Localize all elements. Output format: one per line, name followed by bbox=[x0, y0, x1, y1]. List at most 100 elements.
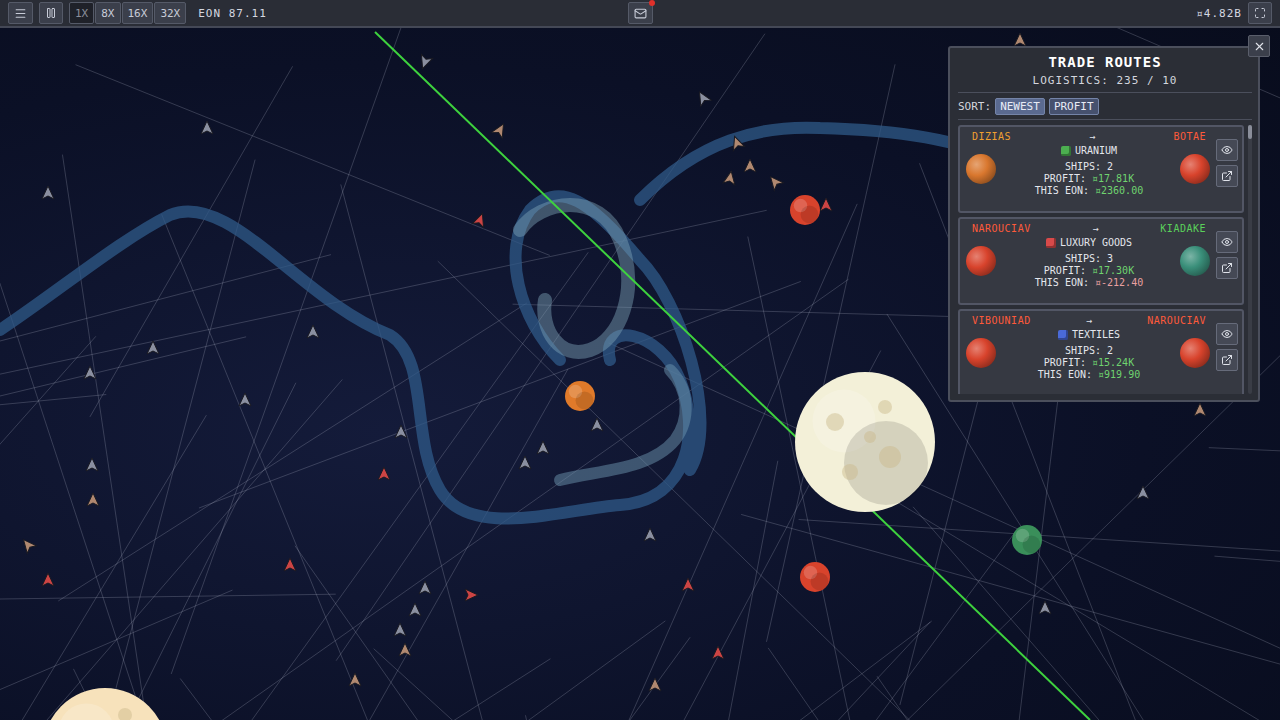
ship[interactable] bbox=[519, 456, 531, 469]
speed-button[interactable]: 8X bbox=[95, 2, 120, 24]
ship[interactable] bbox=[712, 646, 724, 659]
from-planet-name: DIZIAS bbox=[972, 131, 1011, 142]
route-main: VIBOUNIAD→NAROUCIAVTEXTILESSHIPS: 2PROFI… bbox=[966, 315, 1212, 391]
this-eon: THIS EON: ¤919.90 bbox=[1038, 369, 1140, 380]
nebula bbox=[0, 128, 1000, 519]
eye-icon bbox=[1221, 236, 1233, 248]
planet[interactable] bbox=[1012, 525, 1042, 555]
route-body: TEXTILES SHIPS: 2PROFIT: ¤15.24KTHIS EON:… bbox=[966, 326, 1212, 380]
ship[interactable] bbox=[349, 673, 361, 686]
route-names: DIZIAS→BOTAE bbox=[966, 131, 1212, 142]
open-button[interactable] bbox=[1216, 165, 1238, 187]
close-button[interactable] bbox=[1248, 35, 1270, 57]
ship[interactable] bbox=[694, 89, 711, 106]
commodity-name: TEXTILES bbox=[1072, 329, 1120, 340]
planet[interactable] bbox=[565, 381, 595, 411]
view-button[interactable] bbox=[1216, 139, 1238, 161]
ship[interactable] bbox=[419, 581, 431, 594]
trade-routes-panel: TRADE ROUTESLOGISTICS: 235 / 10SORT:NEWE… bbox=[948, 46, 1260, 402]
ship[interactable] bbox=[394, 623, 406, 636]
ship[interactable] bbox=[399, 643, 411, 656]
ship[interactable] bbox=[1194, 403, 1206, 416]
ship[interactable] bbox=[284, 558, 296, 571]
planet-icon bbox=[1180, 338, 1210, 368]
pause-button[interactable] bbox=[39, 2, 63, 24]
ship[interactable] bbox=[472, 211, 488, 227]
route-list: DIZIAS→BOTAEURANIUMSHIPS: 2PROFIT: ¤17.8… bbox=[958, 125, 1244, 394]
ship[interactable] bbox=[766, 173, 784, 191]
mail-icon bbox=[634, 7, 647, 20]
ship[interactable] bbox=[537, 441, 549, 454]
ship[interactable] bbox=[492, 121, 509, 138]
sort-button[interactable]: PROFIT bbox=[1049, 98, 1099, 115]
ship[interactable] bbox=[239, 393, 251, 406]
scrollbar[interactable] bbox=[1248, 125, 1252, 394]
ship[interactable] bbox=[147, 341, 159, 354]
mail-button[interactable] bbox=[628, 2, 653, 24]
ship[interactable] bbox=[378, 467, 390, 480]
planet[interactable] bbox=[790, 195, 820, 225]
this-eon: THIS EON: ¤2360.00 bbox=[1035, 185, 1143, 196]
ship[interactable] bbox=[649, 678, 661, 691]
ship[interactable] bbox=[42, 186, 54, 199]
ship[interactable] bbox=[201, 121, 213, 134]
eye-icon bbox=[1221, 328, 1233, 340]
profit: PROFIT: ¤17.30K bbox=[1044, 265, 1134, 276]
ship[interactable] bbox=[465, 589, 478, 601]
trade-route-card: NAROUCIAV→KIADAKELUXURY GOODSSHIPS: 3PRO… bbox=[958, 217, 1244, 305]
ship[interactable] bbox=[417, 54, 433, 70]
route-info: TEXTILES SHIPS: 2PROFIT: ¤15.24KTHIS EON:… bbox=[1000, 326, 1178, 380]
ship[interactable] bbox=[1014, 33, 1026, 46]
ship[interactable] bbox=[723, 170, 737, 185]
ship[interactable] bbox=[644, 528, 656, 541]
trade-route-card: VIBOUNIAD→NAROUCIAVTEXTILESSHIPS: 2PROFI… bbox=[958, 309, 1244, 394]
ship[interactable] bbox=[820, 198, 832, 211]
to-planet-name: KIADAKE bbox=[1160, 223, 1206, 234]
planet[interactable] bbox=[800, 562, 830, 592]
speed-button[interactable]: 1X bbox=[69, 2, 94, 24]
ship[interactable] bbox=[84, 366, 96, 379]
ship[interactable] bbox=[19, 536, 37, 554]
external-link-icon bbox=[1221, 354, 1233, 366]
sort-button[interactable]: NEWEST bbox=[995, 98, 1045, 115]
speed-button[interactable]: 32X bbox=[154, 2, 186, 24]
time-controls: 1X8X16X32XEON 87.11 bbox=[8, 2, 628, 24]
ship[interactable] bbox=[86, 458, 98, 471]
ship[interactable] bbox=[682, 578, 694, 591]
ship[interactable] bbox=[395, 425, 407, 438]
menu-button[interactable] bbox=[8, 2, 33, 24]
open-button[interactable] bbox=[1216, 257, 1238, 279]
to-planet-name: BOTAE bbox=[1173, 131, 1206, 142]
panel-title: TRADE ROUTES bbox=[958, 54, 1252, 70]
commodity-name: LUXURY GOODS bbox=[1060, 237, 1132, 248]
external-link-icon bbox=[1221, 170, 1233, 182]
ships-count: SHIPS: 2 bbox=[1065, 345, 1113, 356]
route-names: NAROUCIAV→KIADAKE bbox=[966, 223, 1212, 234]
ship[interactable] bbox=[1137, 486, 1149, 499]
view-button[interactable] bbox=[1216, 231, 1238, 253]
planet[interactable] bbox=[43, 688, 167, 720]
speed-button[interactable]: 16X bbox=[122, 2, 154, 24]
view-button[interactable] bbox=[1216, 323, 1238, 345]
planet[interactable] bbox=[795, 372, 935, 512]
fullscreen-button[interactable] bbox=[1248, 2, 1272, 24]
route-actions bbox=[1216, 315, 1238, 391]
ship[interactable] bbox=[409, 603, 421, 616]
arrow: → bbox=[1093, 223, 1099, 234]
ship[interactable] bbox=[591, 418, 603, 431]
trade-route-card: DIZIAS→BOTAEURANIUMSHIPS: 2PROFIT: ¤17.8… bbox=[958, 125, 1244, 213]
logistics: LOGISTICS: 235 / 10 bbox=[958, 74, 1252, 93]
commodity-icon bbox=[1058, 330, 1068, 340]
ship[interactable] bbox=[1039, 601, 1051, 614]
ship[interactable] bbox=[42, 573, 54, 586]
ship[interactable] bbox=[87, 493, 99, 506]
eye-icon bbox=[1221, 144, 1233, 156]
ship[interactable] bbox=[307, 325, 319, 338]
profit: PROFIT: ¤15.24K bbox=[1044, 357, 1134, 368]
ship[interactable] bbox=[729, 134, 745, 150]
open-button[interactable] bbox=[1216, 349, 1238, 371]
ship[interactable] bbox=[744, 159, 756, 172]
fullscreen-icon bbox=[1254, 7, 1266, 19]
scroll-thumb[interactable] bbox=[1248, 125, 1252, 139]
planet-icon bbox=[1180, 246, 1210, 276]
